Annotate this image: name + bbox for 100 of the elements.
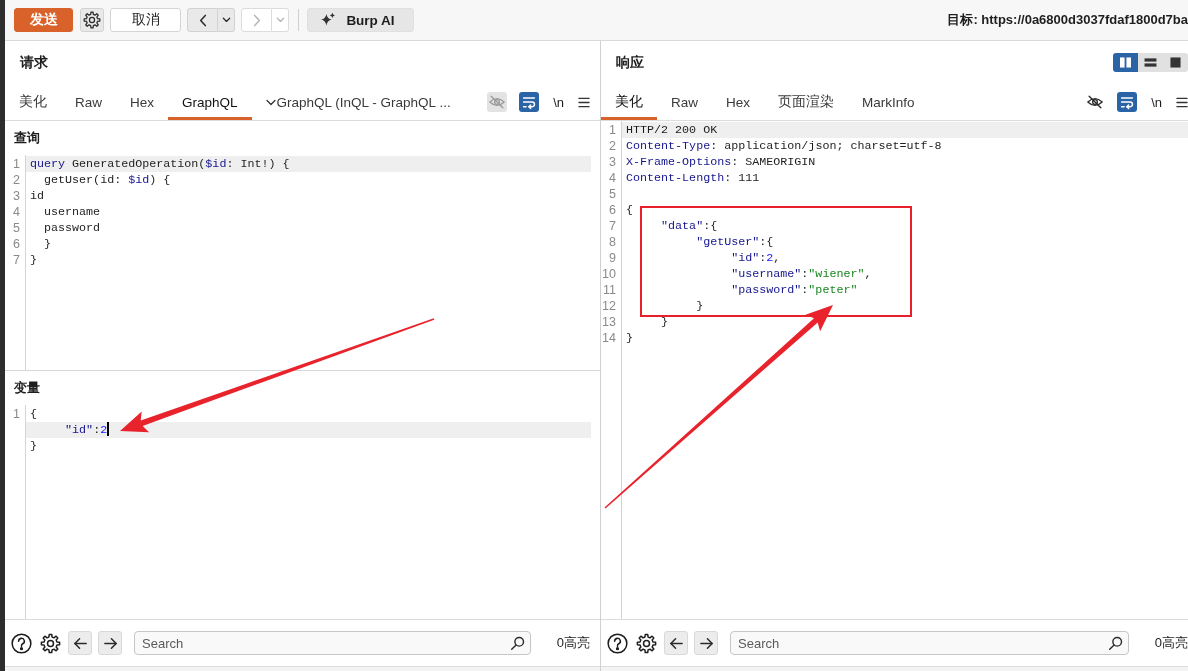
chevron-down-icon xyxy=(265,98,276,106)
code-line: "getUser":{ xyxy=(695,234,775,250)
search-field[interactable]: Search xyxy=(730,631,1129,655)
code-line: X-Frame-Options: SAMEORIGIN xyxy=(625,154,817,170)
chevron-right-icon xyxy=(252,13,261,27)
history-dropdown-button[interactable] xyxy=(218,8,235,32)
line-number: 6 xyxy=(608,202,617,218)
code-line: } xyxy=(695,298,705,314)
line-number: 13 xyxy=(601,314,617,330)
settings-button[interactable] xyxy=(80,8,104,32)
tab[interactable]: 页面渲染 xyxy=(764,84,849,120)
line-number: 10 xyxy=(601,266,617,282)
tab[interactable]: MarkInfo xyxy=(848,84,929,120)
line-number: 14 xyxy=(601,330,617,346)
word-wrap-button[interactable] xyxy=(519,92,540,112)
code-line: } xyxy=(29,437,38,454)
line-number: 2 xyxy=(12,172,21,188)
search-field[interactable]: Search xyxy=(134,631,531,655)
section-label: 查询 xyxy=(13,129,41,147)
previous-match-button[interactable] xyxy=(664,631,688,655)
code-line: } xyxy=(43,236,53,252)
tab[interactable]: Hex xyxy=(116,84,169,120)
chevron-left-icon xyxy=(198,13,207,27)
help-icon[interactable] xyxy=(11,632,32,654)
code-line: { xyxy=(29,405,38,422)
panel-title: 请求 xyxy=(20,53,48,72)
tab[interactable]: Raw xyxy=(657,84,712,120)
code-line: username xyxy=(43,204,102,220)
tab[interactable]: Raw xyxy=(61,84,116,120)
caret-down-icon xyxy=(275,17,285,23)
line-number: 1 xyxy=(12,405,21,422)
caret-down-icon xyxy=(221,17,231,23)
help-icon[interactable] xyxy=(607,632,628,654)
arrow-left-icon xyxy=(668,635,684,651)
next-match-button[interactable] xyxy=(694,631,718,655)
arrow-left-icon xyxy=(72,635,88,651)
line-number: 3 xyxy=(608,154,617,170)
line-number: 11 xyxy=(602,282,617,298)
code-line: Content-Length: 111 xyxy=(625,170,761,186)
code-line: "data":{ xyxy=(660,218,719,234)
code-line: "id":2, xyxy=(730,250,782,266)
section-label: 变量 xyxy=(13,378,41,397)
line-number: 6 xyxy=(12,236,21,252)
line-number: 9 xyxy=(608,250,617,266)
newline-toggle-button[interactable]: \n xyxy=(1149,92,1164,112)
code-line: Content-Type: application/json; charset=utf-8 xyxy=(625,138,943,154)
newline-toggle-button[interactable]: \n xyxy=(551,92,566,112)
line-number: 2 xyxy=(608,138,617,154)
menu-icon[interactable] xyxy=(578,96,590,108)
line-number: 5 xyxy=(12,220,21,236)
layout-button[interactable] xyxy=(1138,53,1163,72)
code-line: } xyxy=(29,252,38,268)
back-button[interactable] xyxy=(187,8,218,32)
line-number: 5 xyxy=(608,186,617,202)
code-line: "username":"wiener", xyxy=(730,266,873,282)
columns-icon xyxy=(1119,57,1132,68)
settings-icon[interactable] xyxy=(40,632,61,654)
code-line: password xyxy=(43,220,102,236)
settings-icon[interactable] xyxy=(636,632,657,654)
search-icon[interactable] xyxy=(1107,635,1123,651)
code-line: id xyxy=(29,188,46,204)
target-url: 目标: https://0a6800d3037fdaf1800d7ba xyxy=(947,11,1188,29)
code-line: } xyxy=(660,314,670,330)
next-match-button[interactable] xyxy=(98,631,122,655)
line-number: 1 xyxy=(12,156,21,172)
sparkle-icon xyxy=(320,12,337,28)
code-line: "password":"peter" xyxy=(730,282,859,298)
line-number: 4 xyxy=(12,204,21,220)
previous-match-button[interactable] xyxy=(68,631,92,655)
search-icon[interactable] xyxy=(509,635,525,651)
line-number: 7 xyxy=(12,252,21,268)
match-count: 0高亮 xyxy=(1154,634,1188,652)
match-count: 0高亮 xyxy=(556,634,590,652)
burp-ai-button[interactable]: Burp AI xyxy=(307,8,414,32)
send-button[interactable]: 发送 xyxy=(14,8,73,32)
code-line: { xyxy=(625,202,634,218)
layout-button[interactable] xyxy=(1113,53,1138,72)
tab[interactable]: Hex xyxy=(712,84,765,120)
tab[interactable]: 美化 xyxy=(5,84,61,120)
code-line: getUser(id: $id) { xyxy=(43,172,172,188)
word-wrap-button[interactable] xyxy=(1117,92,1138,112)
panel-title: 响应 xyxy=(616,53,644,72)
cancel-button[interactable]: 取消 xyxy=(110,8,181,32)
line-number: 4 xyxy=(608,170,617,186)
line-number: 1 xyxy=(608,122,617,138)
menu-icon[interactable] xyxy=(1176,96,1188,108)
tab[interactable]: GraphQL (InQL - GraphQL ... xyxy=(251,84,465,120)
rows-icon xyxy=(1144,57,1157,68)
line-number: 8 xyxy=(608,234,617,250)
line-number: 12 xyxy=(601,298,617,314)
line-number: 7 xyxy=(608,218,617,234)
arrow-right-icon xyxy=(698,635,714,651)
tab[interactable]: GraphQL xyxy=(168,84,252,120)
line-number: 3 xyxy=(12,188,21,204)
code-line: } xyxy=(625,330,634,346)
eye-slash-icon xyxy=(1086,93,1105,111)
arrow-right-icon xyxy=(102,635,118,651)
eye-slash-icon xyxy=(488,93,507,111)
layout-button[interactable] xyxy=(1163,53,1188,72)
square-icon xyxy=(1169,57,1182,68)
